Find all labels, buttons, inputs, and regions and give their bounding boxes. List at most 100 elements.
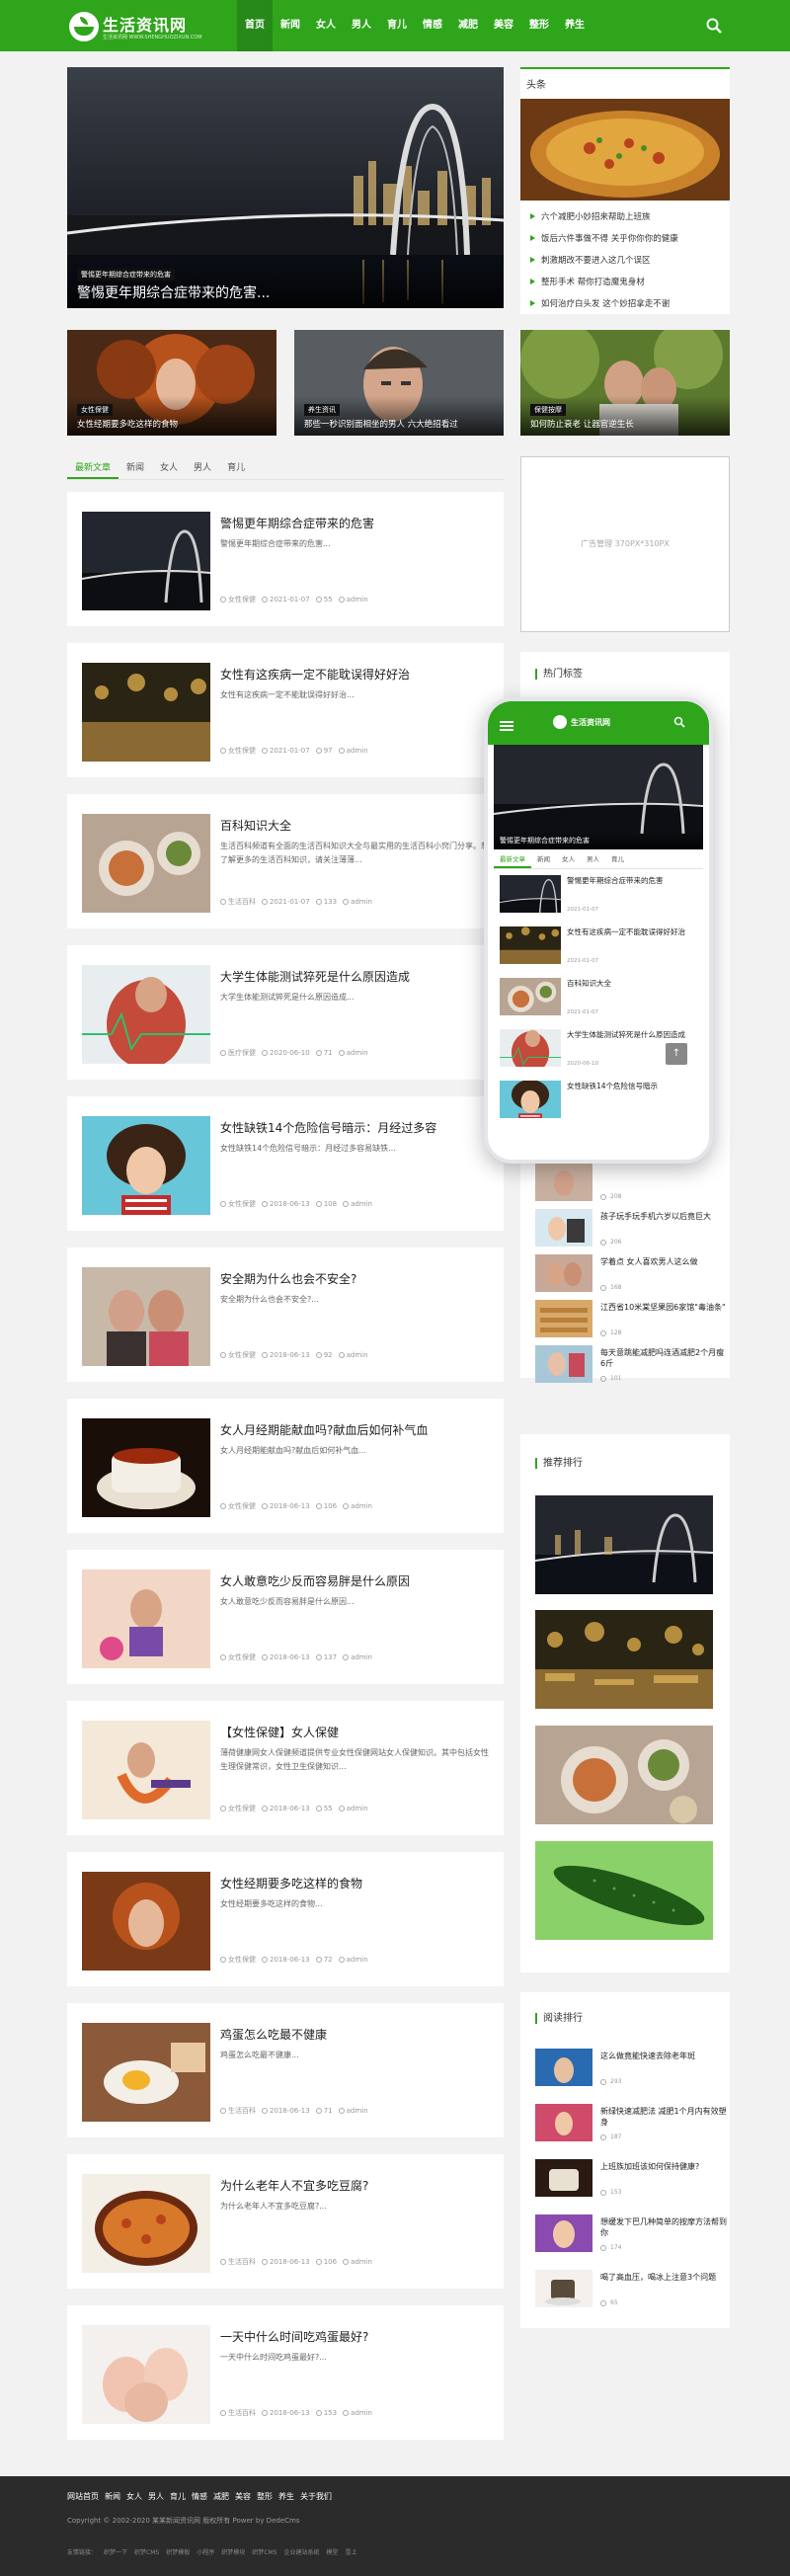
article-title[interactable]: 【女性保健】女人保健 xyxy=(220,1724,492,1740)
reading-list-item[interactable]: 想缓发下巴几种简单的按摩方法帮到你 174 xyxy=(535,2214,729,2254)
mobile-hero[interactable]: 警惕更年期综合症带来的危害 xyxy=(494,745,703,849)
reading-list-title[interactable]: 喝了高血压，喝冰上注意3个问题 xyxy=(600,2272,727,2283)
article-thumbnail[interactable] xyxy=(82,1872,210,1971)
ranking-image-3[interactable] xyxy=(535,1726,713,1824)
headline-item[interactable]: 六个减肥小妙招来帮助上班族 xyxy=(530,205,724,227)
article-thumbnail[interactable] xyxy=(82,663,210,762)
ranking-image-2[interactable] xyxy=(535,1610,713,1709)
headline-item[interactable]: 饭后六件事做不得 关乎你你你的健康 xyxy=(530,227,724,249)
side-list-item[interactable]: 208 xyxy=(535,1164,729,1203)
article-category[interactable]: 生活百科 xyxy=(220,2257,256,2267)
side-list-title[interactable]: 江西省10米棠坚果园6家馆"毒油条" xyxy=(600,1302,727,1313)
friend-link[interactable]: 雪上 xyxy=(345,2547,356,2556)
nav-item-home[interactable]: 首页 xyxy=(237,0,273,51)
footer-link[interactable]: 减肥 xyxy=(213,2491,229,2502)
friend-link[interactable]: 模型 xyxy=(326,2547,338,2556)
reading-list-item[interactable]: 喝了高血压，喝冰上注意3个问题 65 xyxy=(535,2270,729,2309)
article-card[interactable]: 女性有这疾病一定不能耽误得好好治 女性有这疾病一定不能耽误得好好治... 女性保… xyxy=(67,643,504,777)
article-title[interactable]: 女性缺铁14个危险信号暗示：月经过多容 xyxy=(220,1119,492,1136)
article-title[interactable]: 警惕更年期综合症带来的危害 xyxy=(220,515,492,531)
article-category[interactable]: 女性保健 xyxy=(220,595,256,604)
article-thumbnail[interactable] xyxy=(82,2023,210,2122)
mobile-tab-latest[interactable]: 最新文章 xyxy=(494,849,531,868)
headline-item[interactable]: 如何治疗白头发 这个妙招拿走不谢 xyxy=(530,292,724,314)
back-to-top-icon[interactable]: ↑ xyxy=(666,1043,687,1065)
article-title[interactable]: 为什么老年人不宜多吃豆腐? xyxy=(220,2177,492,2194)
article-card[interactable]: 女性缺铁14个危险信号暗示：月经过多容 女性缺铁14个危险信号暗示：月经过多容易… xyxy=(67,1096,504,1231)
friend-link[interactable]: 小程序 xyxy=(197,2547,214,2556)
footer-link[interactable]: 男人 xyxy=(148,2491,164,2502)
footer-link[interactable]: 女人 xyxy=(126,2491,142,2502)
footer-link[interactable]: 美容 xyxy=(235,2491,251,2502)
side-list-item[interactable]: 学着点 女人喜欢男人这么做 168 xyxy=(535,1254,729,1294)
side-list-item[interactable]: 每天意跳能减肥吗连酒减肥2个月瘦6斤 101 xyxy=(535,1345,729,1385)
reading-list-title[interactable]: 上班族加班该如何保持健康? xyxy=(600,2161,727,2172)
mobile-tab-women[interactable]: 女人 xyxy=(556,849,581,868)
article-category[interactable]: 女性保健 xyxy=(220,1804,256,1813)
hero-title[interactable]: 警惕更年期综合症带来的危害... xyxy=(77,282,494,302)
article-title[interactable]: 大学生体能测试猝死是什么原因造成 xyxy=(220,968,492,985)
article-category[interactable]: 女性保健 xyxy=(220,1501,256,1511)
footer-link[interactable]: 育儿 xyxy=(170,2491,186,2502)
article-thumbnail[interactable] xyxy=(82,965,210,1064)
mobile-menu-icon[interactable] xyxy=(500,721,514,723)
search-icon[interactable] xyxy=(705,17,723,35)
side-list-title[interactable]: 孩子玩手玩手机六岁以后竟巨大 xyxy=(600,1211,727,1222)
ranking-image-1[interactable] xyxy=(535,1495,713,1594)
article-thumbnail[interactable] xyxy=(82,1267,210,1366)
article-card[interactable]: 百科知识大全 生活百科频道有全面的生活百科知识大全与最实用的生活百科小窍门分享。… xyxy=(67,794,504,928)
article-thumbnail[interactable] xyxy=(82,512,210,610)
article-card[interactable]: 女人敢意吃少反而容易胖是什么原因 女人敢意吃少反而容易胖是什么原因... 女性保… xyxy=(67,1550,504,1684)
article-thumbnail[interactable] xyxy=(82,1721,210,1819)
side-list-item[interactable]: 江西省10米棠坚果园6家馆"毒油条" 128 xyxy=(535,1300,729,1339)
article-card[interactable]: 安全期为什么也会不安全? 安全期为什么也会不安全?... 女性保健 2018-0… xyxy=(67,1248,504,1382)
tab-women[interactable]: 女人 xyxy=(152,456,186,479)
ranking-image-4[interactable] xyxy=(535,1841,713,1940)
article-thumbnail[interactable] xyxy=(82,1116,210,1215)
headline-item[interactable]: 整形手术 帮你打造魔鬼身材 xyxy=(530,271,724,292)
reading-list-item[interactable]: 上班族加班该如何保持健康? 153 xyxy=(535,2159,729,2199)
hero-slide[interactable]: 警惕更年期综合症带来的危害 警惕更年期综合症带来的危害... xyxy=(67,67,504,308)
mobile-article-title[interactable]: 百科知识大全 xyxy=(567,979,695,990)
article-title[interactable]: 女性有这疾病一定不能耽误得好好治 xyxy=(220,666,492,683)
article-card[interactable]: 警惕更年期综合症带来的危害 警惕更年期综合症带来的危害... 女性保健 2021… xyxy=(67,492,504,626)
nav-item-emotion[interactable]: 情感 xyxy=(415,0,450,51)
headlines-image[interactable] xyxy=(520,99,730,201)
mobile-article-title[interactable]: 警惕更年期综合症带来的危害 xyxy=(567,876,695,887)
nav-item-news[interactable]: 新闻 xyxy=(273,0,308,51)
tab-news[interactable]: 新闻 xyxy=(118,456,152,479)
article-title[interactable]: 安全期为什么也会不安全? xyxy=(220,1270,492,1287)
mobile-article-item[interactable]: 女性有这疾病一定不能耽误得好好治 2021-01-07 xyxy=(500,926,697,970)
mobile-article-title[interactable]: 女性有这疾病一定不能耽误得好好治 xyxy=(567,927,695,938)
reading-list-item[interactable]: 这么做竟能快速去除老年斑 293 xyxy=(535,2049,729,2088)
article-category[interactable]: 女性保健 xyxy=(220,1199,256,1209)
side-list-title[interactable]: 每天意跳能减肥吗连酒减肥2个月瘦6斤 xyxy=(600,1347,727,1369)
article-title[interactable]: 百科知识大全 xyxy=(220,817,492,834)
article-card[interactable]: 女性经期要多吃这样的食物 女性经期要多吃这样的食物... 女性保健 2018-0… xyxy=(67,1852,504,1986)
nav-item-plastic[interactable]: 整形 xyxy=(521,0,557,51)
side-list-title[interactable]: 学着点 女人喜欢男人这么做 xyxy=(600,1256,727,1267)
mobile-search-icon[interactable] xyxy=(673,716,685,728)
friend-link[interactable]: 织梦模板 xyxy=(166,2547,190,2556)
article-title[interactable]: 女人月经期能献血吗?献血后如何补气血 xyxy=(220,1421,492,1438)
friend-link[interactable]: 企业建站系统 xyxy=(283,2547,319,2556)
side-list-item[interactable]: 孩子玩手玩手机六岁以后竟巨大 206 xyxy=(535,1209,729,1248)
friend-link[interactable]: 织梦CMS xyxy=(252,2547,276,2556)
banner-title[interactable]: 女性经期要多吃这样的食物 xyxy=(77,418,267,430)
banner-title[interactable]: 那些一秒识别面相坐的男人 六大绝招看过 xyxy=(304,418,494,430)
headline-item[interactable]: 刺激期改不要进入这几个误区 xyxy=(530,249,724,271)
footer-link[interactable]: 新闻 xyxy=(105,2491,120,2502)
article-card[interactable]: 大学生体能测试猝死是什么原因造成 大学生体能测试猝死是什么原因造成... 医疗保… xyxy=(67,945,504,1080)
site-logo-text[interactable]: 生活资讯网 xyxy=(103,12,187,36)
footer-link[interactable]: 关于我们 xyxy=(300,2491,332,2502)
reading-list-title[interactable]: 新绿快速减肥法 减肥1个月内有效塑身 xyxy=(600,2106,727,2128)
article-title[interactable]: 女人敢意吃少反而容易胖是什么原因 xyxy=(220,1572,492,1589)
mobile-tab-news[interactable]: 新闻 xyxy=(531,849,556,868)
tab-men[interactable]: 男人 xyxy=(186,456,219,479)
mobile-tab-men[interactable]: 男人 xyxy=(581,849,605,868)
site-logo-icon[interactable] xyxy=(69,12,99,41)
friend-link[interactable]: 织梦一下 xyxy=(104,2547,127,2556)
article-card[interactable]: 为什么老年人不宜多吃豆腐? 为什么老年人不宜多吃豆腐?... 生活百科 2018… xyxy=(67,2154,504,2289)
article-card[interactable]: 【女性保健】女人保健 薄荷健康网女人保健频道提供专业女性保健网站女人保健知识。其… xyxy=(67,1701,504,1835)
banner-card[interactable]: 养生资讯 那些一秒识别面相坐的男人 六大绝招看过 xyxy=(294,330,504,436)
